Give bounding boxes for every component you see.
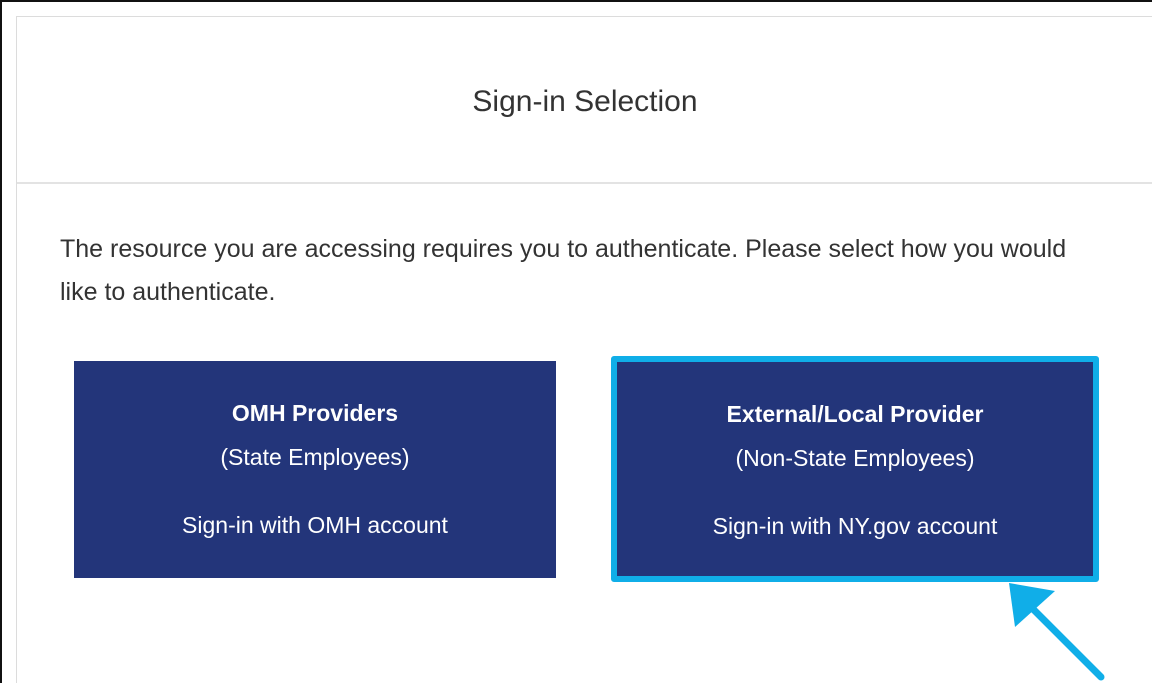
screenshot-frame: Sign-in Selection The resource you are a… (0, 0, 1152, 683)
omh-provider-title: OMH Providers (231, 400, 399, 426)
instructions-text: The resource you are accessing requires … (60, 235, 1067, 306)
sign-in-card: Sign-in Selection (16, 16, 1152, 683)
external-provider-action: Sign-in with NY.gov account (712, 513, 998, 539)
omh-provider-action: Sign-in with OMH account (182, 512, 448, 538)
pointer-arrow-icon (1009, 583, 1105, 681)
external-provider-sign-in-button[interactable]: External/Local Provider (Non-State Emplo… (611, 356, 1099, 582)
page-title: Sign-in Selection (472, 84, 698, 118)
omh-provider-subtitle: (State Employees) (220, 444, 410, 470)
omh-provider-sign-in-button[interactable]: OMH Providers (State Employees) Sign-in … (74, 361, 556, 578)
external-provider-title: External/Local Provider (726, 401, 984, 427)
external-provider-subtitle: (Non-State Employees) (735, 445, 975, 471)
card-header: Sign-in Selection (17, 17, 1152, 184)
